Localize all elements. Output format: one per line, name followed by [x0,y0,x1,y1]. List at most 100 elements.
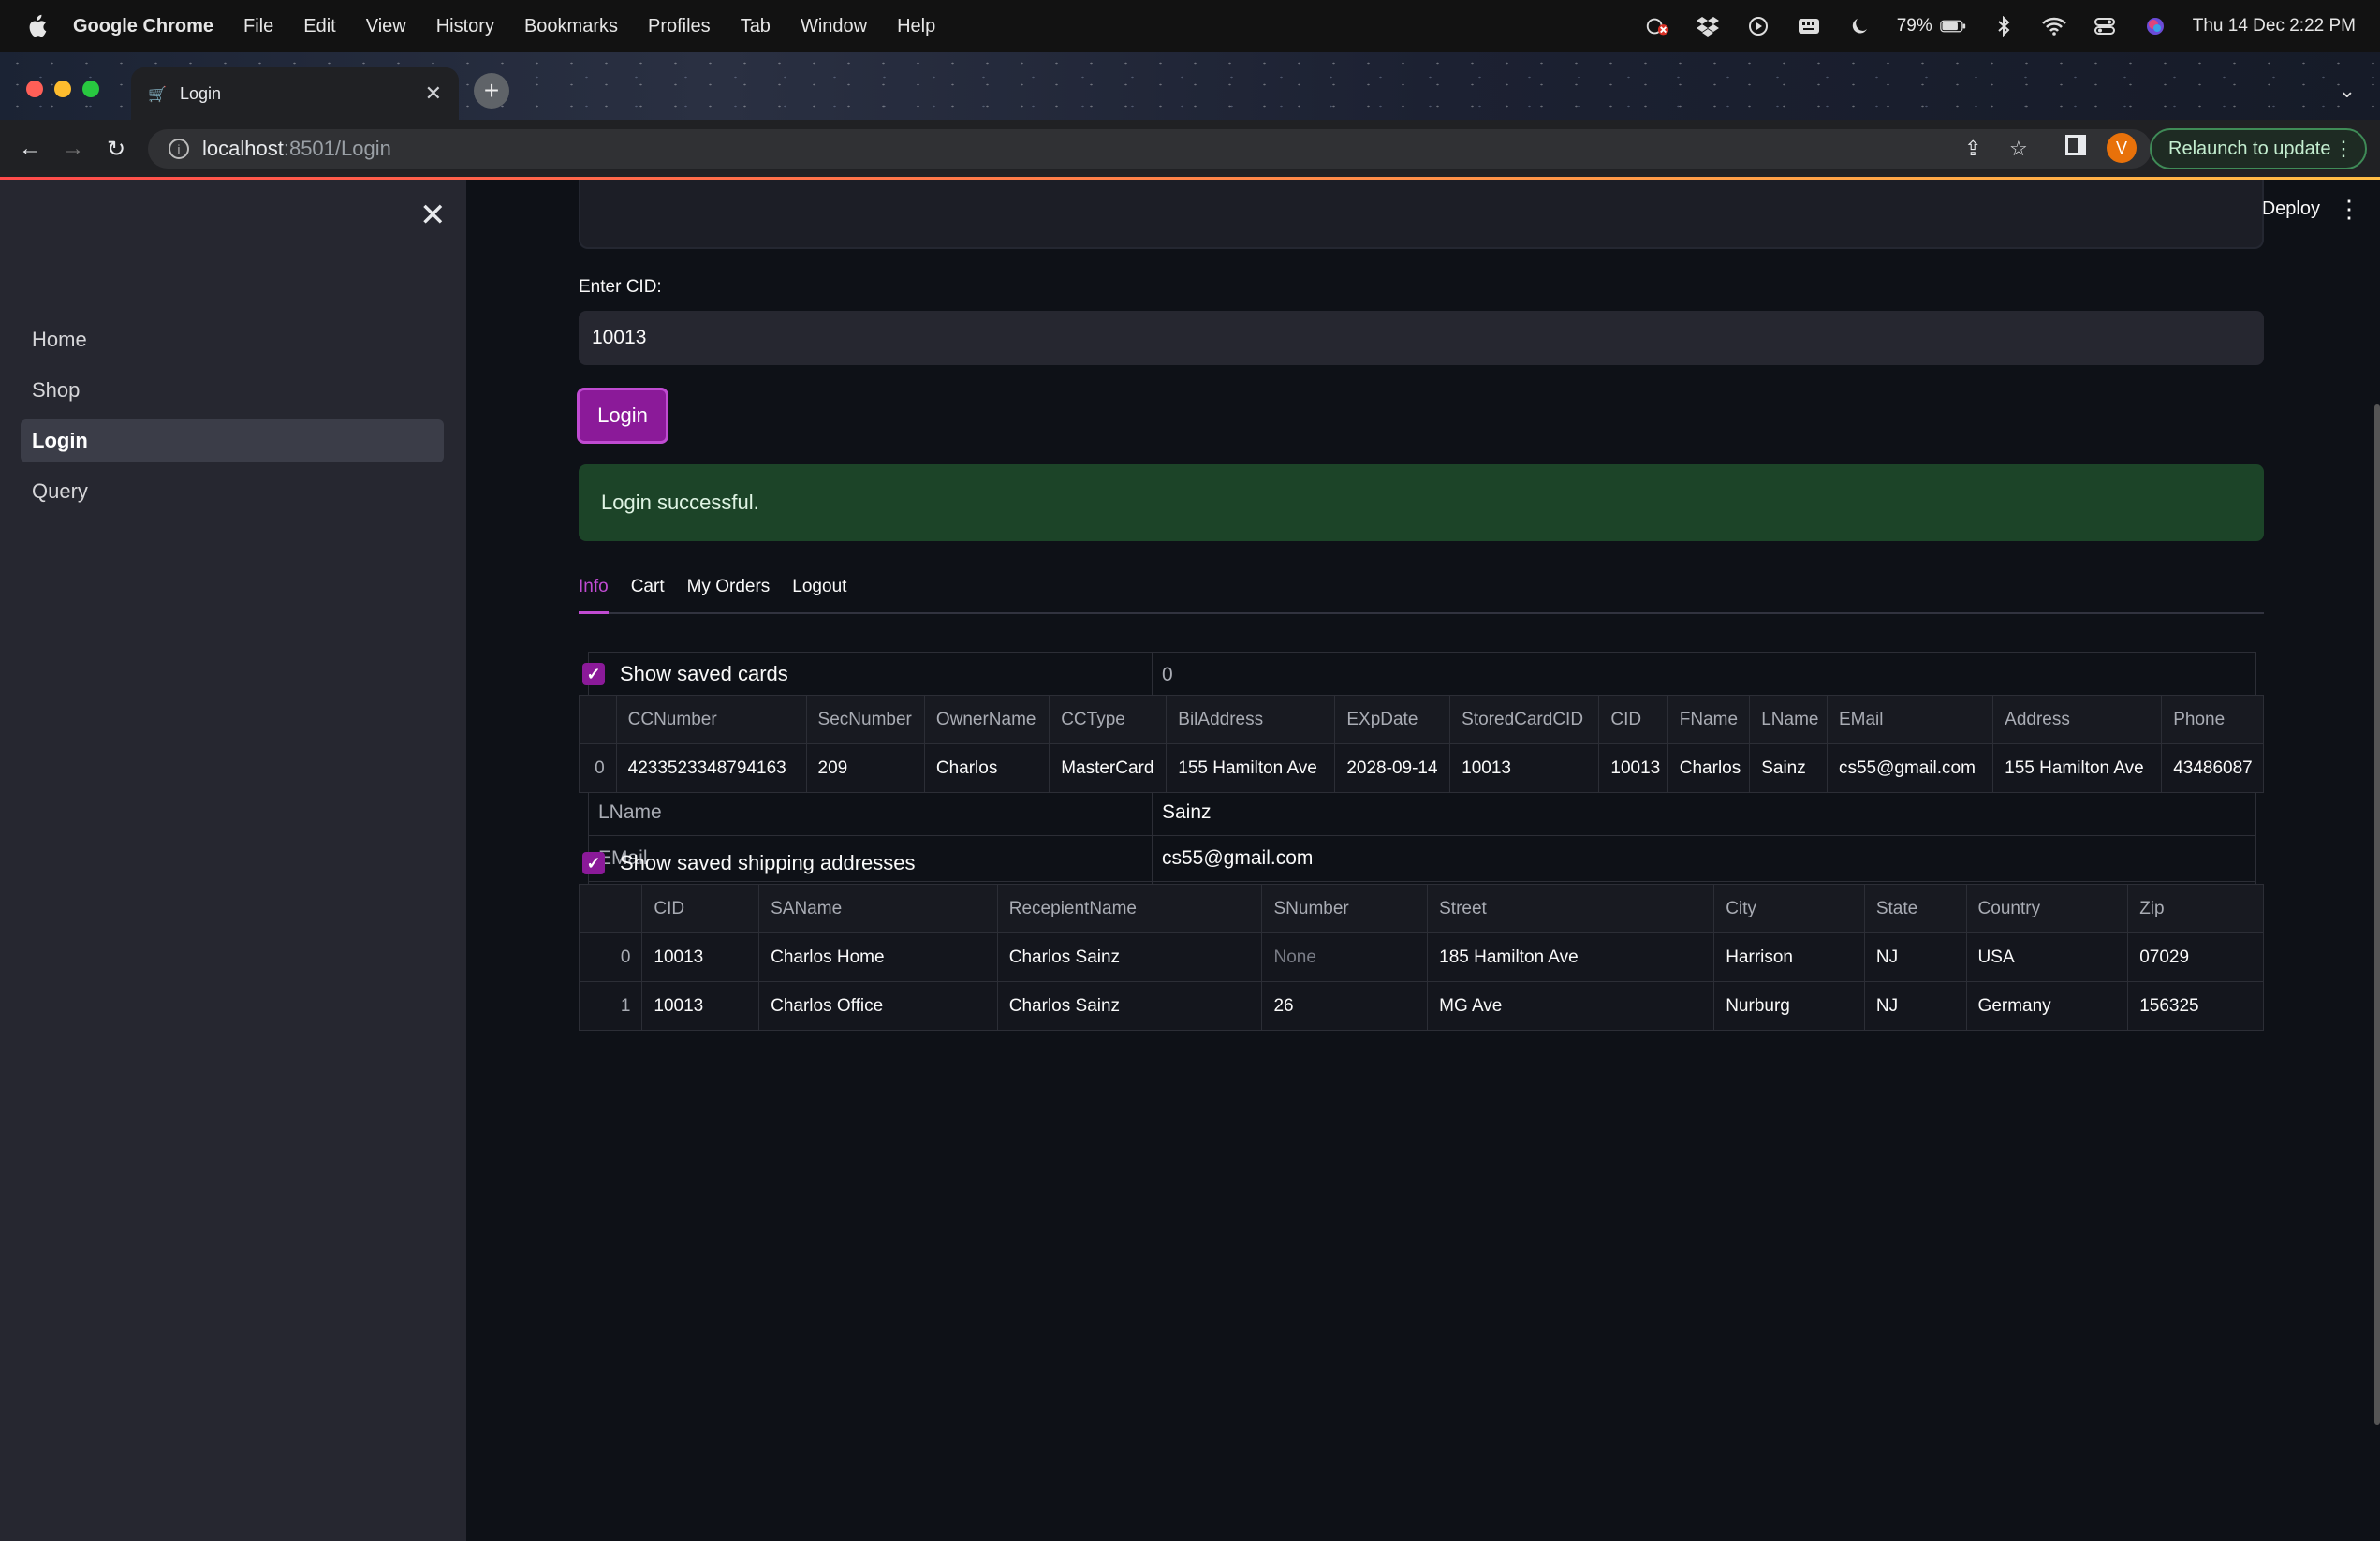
extension-icon[interactable] [1644,16,1670,37]
close-sidebar-icon[interactable]: ✕ [419,197,447,234]
battery-icon[interactable] [1939,16,1966,37]
table-cell[interactable]: MG Ave [1427,981,1715,1031]
keyboard-icon[interactable] [1796,16,1822,37]
bookmark-star-icon[interactable]: ☆ [2009,137,2028,161]
bluetooth-icon[interactable] [1991,16,2017,37]
column-header[interactable]: LName [1749,695,1828,744]
wifi-icon[interactable] [2041,16,2067,37]
site-info-icon[interactable]: i [169,139,189,159]
table-cell[interactable]: Sainz [1749,743,1828,793]
relaunch-to-update-button[interactable]: Relaunch to update ⋮ [2150,128,2367,169]
table-cell[interactable]: 2028-09-14 [1334,743,1451,793]
table-cell[interactable]: NJ [1863,932,1967,982]
table-cell[interactable]: Charlos Sainz [996,932,1263,982]
menu-file[interactable]: File [243,16,273,37]
control-center-icon[interactable] [2092,16,2118,37]
column-header[interactable] [578,884,643,933]
column-header[interactable]: Address [1992,695,2163,744]
back-arrow-icon[interactable]: ← [17,136,43,162]
table-cell[interactable]: 155 Hamilton Ave [1992,743,2163,793]
menubar-clock[interactable]: Thu 14 Dec 2:22 PM [2193,16,2356,37]
sidebar-item-home[interactable]: Home [21,318,444,361]
table-cell[interactable]: 155 Hamilton Ave [1166,743,1336,793]
column-header[interactable] [579,695,617,744]
column-header[interactable]: City [1713,884,1865,933]
table-cell[interactable]: Nurburg [1713,981,1865,1031]
tab-cart[interactable]: Cart [631,573,665,614]
table-cell[interactable]: 26 [1261,981,1429,1031]
tab-my-orders[interactable]: My Orders [687,573,771,614]
menu-history[interactable]: History [436,16,494,37]
table-row[interactable]: 0 4233523348794163 209 Charlos MasterCard 155… [579,743,2264,793]
browser-tab[interactable]: 🛒 Login ✕ [131,67,459,120]
table-cell[interactable]: 10013 [1449,743,1600,793]
forward-arrow-icon[interactable]: → [60,136,86,162]
sidebar-item-query[interactable]: Query [21,470,444,513]
table-cell[interactable]: 10013 [1598,743,1668,793]
menu-app-name[interactable]: Google Chrome [73,16,213,37]
column-header[interactable]: EXpDate [1334,695,1451,744]
close-window-button[interactable] [26,81,43,97]
table-cell[interactable]: Charlos Sainz [996,981,1263,1031]
table-cell[interactable]: 43486087 [2161,743,2264,793]
column-header[interactable]: OwnerName [923,695,1050,744]
table-cell[interactable]: Charlos [923,743,1050,793]
main-menu-icon[interactable]: ⋮ [2337,195,2361,224]
profile-avatar[interactable]: V [2107,133,2137,163]
column-header[interactable]: CID [641,884,760,933]
table-cell[interactable]: 07029 [2127,932,2264,982]
cid-input[interactable] [579,311,2264,365]
saved-cards-table[interactable]: CCNumber SecNumber OwnerName CCType BilAddre… [579,695,2264,793]
table-row[interactable]: 0 10013 Charlos Home Charlos Sainz None 185 H… [578,932,2264,982]
table-cell[interactable]: MasterCard [1049,743,1168,793]
menu-bookmarks[interactable]: Bookmarks [524,16,618,37]
close-tab-icon[interactable]: ✕ [425,81,442,106]
column-header[interactable]: SAName [758,884,998,933]
tab-logout[interactable]: Logout [792,573,846,614]
menu-edit[interactable]: Edit [303,16,335,37]
minimize-window-button[interactable] [54,81,71,97]
column-header[interactable]: Phone [2161,695,2264,744]
table-cell[interactable]: Charlos [1667,743,1751,793]
table-cell[interactable]: 10013 [641,981,760,1031]
table-cell[interactable]: 156325 [2127,981,2264,1031]
saved-addresses-table[interactable]: CID SAName RecepientName SNumber Street City S… [578,884,2264,1031]
apple-icon[interactable] [26,14,47,38]
table-cell[interactable]: Germany [1965,981,2129,1031]
column-header[interactable]: SecNumber [805,695,925,744]
column-header[interactable]: Country [1965,884,2129,933]
deploy-button[interactable]: Deploy [2262,198,2320,220]
tab-info[interactable]: Info [579,573,609,614]
column-header[interactable]: RecepientName [996,884,1263,933]
row-index[interactable]: 0 [578,932,643,982]
column-header[interactable]: Zip [2127,884,2264,933]
table-cell[interactable]: Harrison [1713,932,1865,982]
scrollbar[interactable] [2374,404,2380,1425]
play-circle-icon[interactable] [1745,16,1771,37]
siri-icon[interactable] [2142,16,2168,37]
column-header[interactable]: BilAddress [1166,695,1336,744]
column-header[interactable]: StoredCardCID [1449,695,1600,744]
table-cell[interactable]: 185 Hamilton Ave [1427,932,1715,982]
menu-profiles[interactable]: Profiles [648,16,711,37]
table-row[interactable]: 1 10013 Charlos Office Charlos Sainz 26 MG Av… [578,981,2264,1031]
column-header[interactable]: FName [1667,695,1751,744]
menu-help[interactable]: Help [897,16,935,37]
row-index[interactable]: 1 [578,981,643,1031]
table-cell[interactable]: cs55@gmail.com [1826,743,1994,793]
sidebar-item-login[interactable]: Login [21,419,444,462]
share-icon[interactable]: ⇪ [1964,137,1981,161]
column-header[interactable]: State [1863,884,1967,933]
url-bar[interactable]: i localhost:8501/Login ⇪ ☆ [148,129,2152,169]
table-cell[interactable]: 10013 [641,932,760,982]
menu-tab[interactable]: Tab [741,16,771,37]
sidebar-item-shop[interactable]: Shop [21,369,444,412]
column-header[interactable]: CCType [1049,695,1168,744]
menu-view[interactable]: View [366,16,406,37]
previous-input-field[interactable] [579,180,2264,249]
column-header[interactable]: CID [1598,695,1668,744]
table-cell[interactable]: 209 [805,743,925,793]
moon-icon[interactable] [1846,16,1873,37]
table-cell[interactable]: 4233523348794163 [615,743,807,793]
show-saved-cards-checkbox[interactable]: ✓ Show saved cards [582,662,788,686]
